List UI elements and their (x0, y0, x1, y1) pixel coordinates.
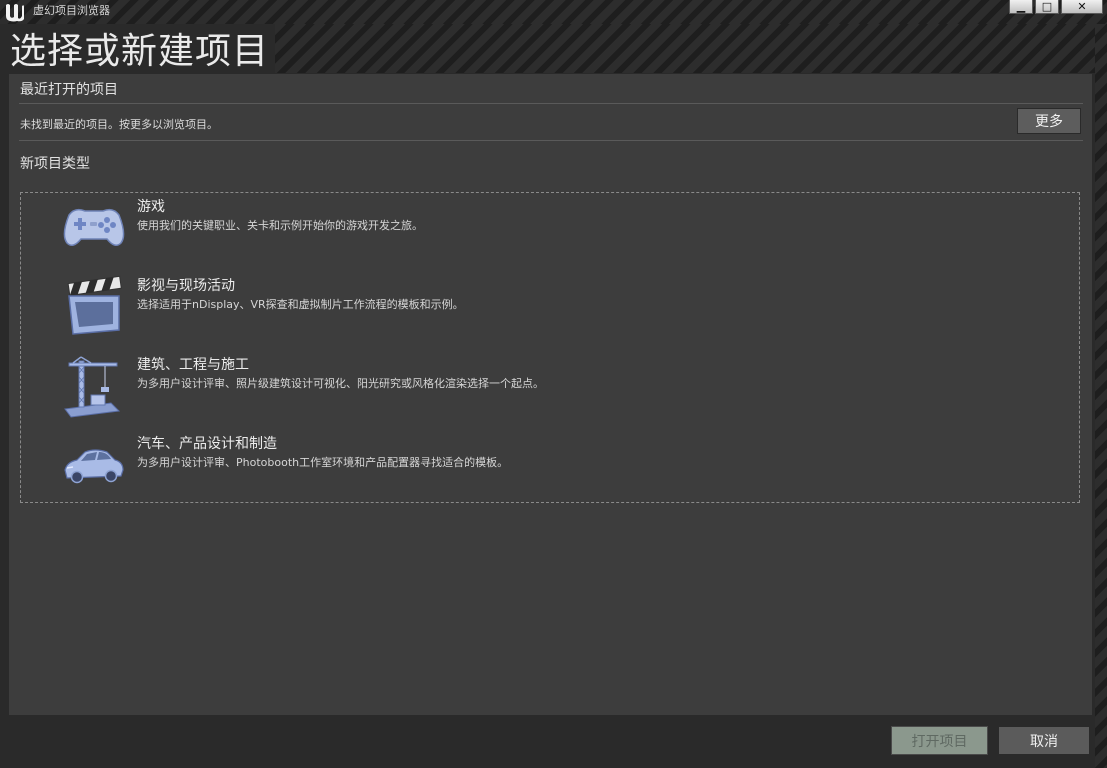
project-type-description: 为多用户设计评审、Photobooth工作室环境和产品配置器寻找适合的模板。 (137, 456, 509, 469)
close-button[interactable]: ✕ (1061, 0, 1103, 14)
clapperboard-icon (67, 275, 122, 335)
right-stripes (1095, 24, 1107, 768)
project-type-automotive[interactable]: 汽车、产品设计和制造 为多用户设计评审、Photobooth工作室环境和产品配置… (21, 432, 1079, 502)
window-title: 虚幻项目浏览器 (33, 4, 110, 17)
project-type-list: 游戏 使用我们的关键职业、关卡和示例开始你的游戏开发之旅。 影视与现场活动 选择… (20, 192, 1080, 503)
cancel-button[interactable]: 取消 (998, 726, 1090, 755)
project-type-architecture[interactable]: 建筑、工程与施工 为多用户设计评审、照片级建筑设计可视化、阳光研究或风格化渲染选… (21, 353, 1079, 423)
project-type-film[interactable]: 影视与现场活动 选择适用于nDisplay、VR探查和虚拟制片工作流程的模板和示… (21, 274, 1079, 344)
window-controls: ▁ □ ✕ (1007, 0, 1103, 16)
title-bar: 虚幻项目浏览器 ▁ □ ✕ (0, 0, 1107, 24)
new-project-types-title: 新项目类型 (20, 156, 90, 172)
open-project-button[interactable]: 打开项目 (891, 726, 988, 755)
gamepad-icon (63, 208, 125, 246)
unreal-logo-icon (6, 4, 24, 22)
project-type-name: 游戏 (137, 199, 165, 215)
header-stripes (275, 24, 1107, 73)
divider (19, 140, 1083, 141)
more-button[interactable]: 更多 (1017, 108, 1081, 134)
car-icon (64, 449, 124, 484)
project-type-game[interactable]: 游戏 使用我们的关键职业、关卡和示例开始你的游戏开发之旅。 (21, 195, 1079, 265)
project-type-description: 选择适用于nDisplay、VR探查和虚拟制片工作流程的模板和示例。 (137, 298, 464, 311)
project-type-description: 为多用户设计评审、照片级建筑设计可视化、阳光研究或风格化渲染选择一个起点。 (137, 377, 544, 390)
page-title: 选择或新建项目 (10, 31, 270, 72)
content-panel: 最近打开的项目 未找到最近的项目。按更多以浏览项目。 更多 新项目类型 游戏 使… (9, 74, 1092, 715)
project-type-description: 使用我们的关键职业、关卡和示例开始你的游戏开发之旅。 (137, 219, 423, 232)
recent-projects-title: 最近打开的项目 (20, 82, 118, 98)
minimize-button[interactable]: ▁ (1009, 0, 1033, 14)
divider (19, 103, 1083, 104)
maximize-button[interactable]: □ (1035, 0, 1059, 14)
project-type-name: 影视与现场活动 (137, 278, 235, 294)
project-type-name: 建筑、工程与施工 (137, 357, 249, 373)
crane-icon (64, 356, 121, 418)
recent-projects-message: 未找到最近的项目。按更多以浏览项目。 (20, 118, 218, 131)
project-type-name: 汽车、产品设计和制造 (137, 436, 277, 452)
